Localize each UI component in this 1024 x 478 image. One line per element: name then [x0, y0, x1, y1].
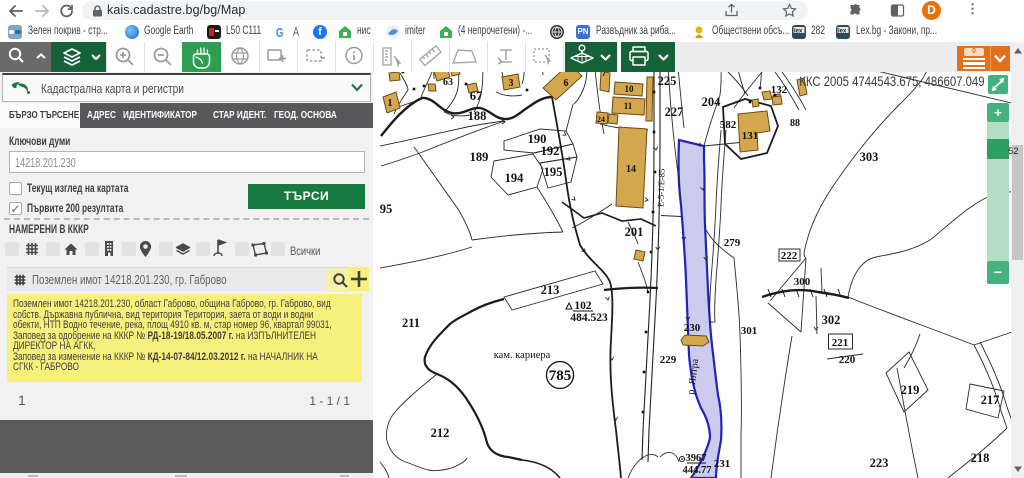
svg-text:213: 213 — [541, 283, 560, 297]
svg-text:3: 3 — [509, 78, 514, 89]
svg-text:227: 227 — [665, 105, 684, 119]
svg-text:225: 225 — [658, 74, 677, 88]
svg-text:кам. кариера: кам. кариера — [494, 350, 551, 361]
svg-text:218: 218 — [971, 451, 990, 465]
svg-text:785: 785 — [549, 368, 572, 384]
svg-text:195: 195 — [544, 165, 563, 179]
svg-text:102: 102 — [574, 300, 592, 312]
svg-text:219: 219 — [901, 383, 920, 397]
svg-text:132: 132 — [771, 84, 788, 96]
svg-text:582: 582 — [720, 119, 737, 131]
svg-text:201: 201 — [625, 225, 644, 239]
svg-text:194: 194 — [505, 171, 525, 185]
svg-text:231: 231 — [714, 458, 731, 470]
svg-text:24: 24 — [597, 115, 605, 124]
svg-text:lex: lex — [838, 29, 847, 35]
svg-text:212: 212 — [431, 426, 450, 440]
svg-text:11: 11 — [624, 101, 633, 111]
svg-text:95: 95 — [380, 202, 393, 216]
svg-text:67: 67 — [470, 89, 483, 103]
svg-text:192: 192 — [541, 144, 560, 158]
svg-text:220: 220 — [839, 354, 856, 366]
svg-text:1: 1 — [388, 98, 393, 109]
svg-text:10: 10 — [625, 84, 635, 94]
svg-text:229: 229 — [660, 354, 677, 366]
svg-text:204: 204 — [702, 95, 722, 109]
svg-text:3967: 3967 — [686, 453, 707, 464]
svg-text:222: 222 — [781, 250, 798, 262]
svg-text:188: 188 — [468, 109, 487, 123]
svg-text:221: 221 — [832, 337, 849, 349]
svg-text:lex: lex — [794, 29, 803, 35]
svg-text:300: 300 — [794, 276, 811, 288]
svg-text:230: 230 — [684, 322, 701, 334]
svg-text:131: 131 — [742, 130, 759, 142]
svg-text:211: 211 — [402, 316, 420, 330]
svg-text:6: 6 — [564, 78, 569, 89]
svg-text:302: 302 — [822, 313, 841, 327]
svg-text:Е-5-1/Е-85: Е-5-1/Е-85 — [655, 169, 666, 208]
svg-text:88: 88 — [790, 118, 800, 129]
svg-text:217: 217 — [981, 393, 1000, 407]
svg-text:303: 303 — [860, 150, 879, 164]
svg-text:484.523: 484.523 — [570, 312, 608, 324]
svg-text:301: 301 — [741, 325, 758, 337]
svg-text:189: 189 — [470, 150, 489, 164]
svg-text:63: 63 — [443, 77, 453, 88]
svg-text:223: 223 — [870, 456, 889, 470]
svg-text:444.77: 444.77 — [683, 465, 712, 476]
svg-text:279: 279 — [724, 237, 741, 249]
svg-text:14: 14 — [626, 164, 636, 175]
